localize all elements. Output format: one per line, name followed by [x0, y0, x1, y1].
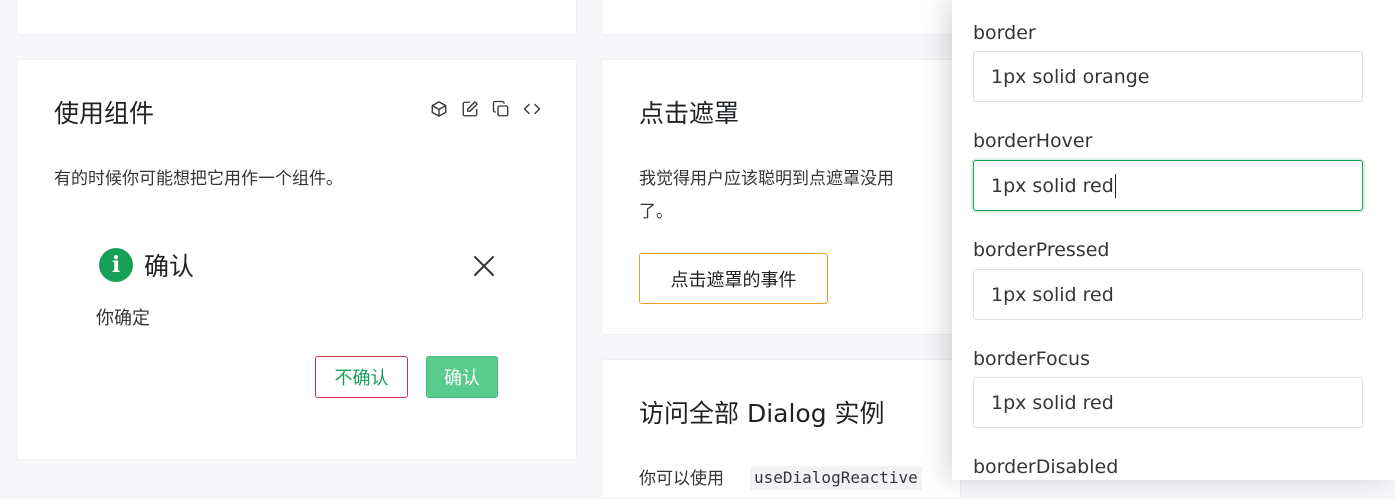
field-value: 1px solid orange	[991, 65, 1150, 88]
edit-icon[interactable]	[460, 99, 480, 119]
description-line: 我觉得用户应该聪明到点遮罩没用	[639, 169, 894, 189]
copy-icon[interactable]	[491, 99, 511, 119]
field-value: 1px solid red	[991, 174, 1114, 197]
card-use-component: 使用组件 有的时候你可能想把它用作一个组件。 i 确认 你确定 不确认 确认	[16, 59, 577, 460]
dialog-title: 确认	[144, 252, 195, 281]
close-icon[interactable]	[472, 254, 496, 278]
card-title: 访问全部 Dialog 实例	[639, 399, 885, 428]
code-icon[interactable]	[522, 99, 542, 119]
field-label-border-hover: borderHover	[973, 130, 1093, 152]
field-value: 1px solid red	[991, 283, 1114, 306]
description-line: 了。	[639, 202, 673, 222]
cancel-button[interactable]: 不确认	[315, 356, 408, 398]
card-dialog-instances: 访问全部 Dialog 实例 你可以使用 useDialogReactive	[601, 359, 961, 499]
card-description: 有的时候你可能想把它用作一个组件。	[54, 169, 343, 189]
confirm-button[interactable]: 确认	[426, 356, 498, 398]
dialog-content: 你确定	[96, 308, 150, 329]
border-input[interactable]: 1px solid orange	[973, 51, 1363, 102]
drawer-scrollbar[interactable]	[1383, 0, 1391, 480]
card-top-right	[601, 0, 961, 35]
text-caret	[1114, 173, 1116, 198]
border-pressed-input[interactable]: 1px solid red	[973, 269, 1363, 320]
border-hover-input[interactable]: 1px solid red	[973, 160, 1363, 211]
cube-icon[interactable]	[429, 99, 449, 119]
mask-event-button[interactable]: 点击遮罩的事件	[639, 253, 828, 304]
field-label-border-pressed: borderPressed	[973, 239, 1110, 261]
border-focus-input[interactable]: 1px solid red	[973, 377, 1363, 428]
card-title: 使用组件	[54, 99, 155, 128]
card-mask-click: 点击遮罩 我觉得用户应该聪明到点遮罩没用 了。 点击遮罩的事件	[601, 59, 961, 335]
info-icon-glyph: i	[111, 252, 121, 278]
field-label-border-disabled: borderDisabled	[973, 456, 1119, 478]
card-description: 我觉得用户应该聪明到点遮罩没用 了。	[639, 163, 894, 229]
field-value: 1px solid red	[991, 391, 1114, 414]
info-icon: i	[99, 248, 133, 282]
card-top-left	[16, 0, 577, 35]
theme-editor-drawer: border 1px solid orange borderHover 1px …	[952, 0, 1395, 480]
field-label-border-focus: borderFocus	[973, 348, 1090, 370]
card-toolbar	[429, 99, 542, 119]
card-title: 点击遮罩	[639, 99, 740, 128]
inline-code: useDialogReactive	[750, 466, 922, 490]
field-label-border: border	[973, 22, 1036, 44]
